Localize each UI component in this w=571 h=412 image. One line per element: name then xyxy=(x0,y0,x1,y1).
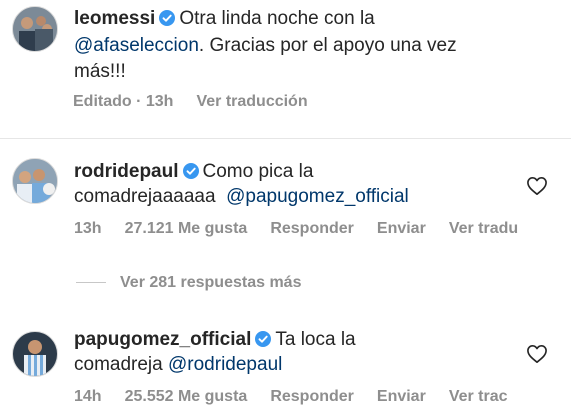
verified-badge-icon xyxy=(182,163,199,179)
send-button[interactable]: Enviar xyxy=(377,220,426,237)
avatar-rodridepaul[interactable] xyxy=(12,158,58,204)
comment-leomessi-line1: leomessi Otra linda noche con la xyxy=(74,7,375,31)
comment-text: . Gracias por el apoyo una vez xyxy=(198,35,457,56)
reply-button[interactable]: Responder xyxy=(270,220,354,237)
avatar-leomessi[interactable] xyxy=(12,6,58,52)
comment-rodridepaul-line2: comadrejaaaaaa @papugomez_official xyxy=(74,185,409,209)
translate-link[interactable]: Ver tradu xyxy=(449,220,518,237)
username-papugomez-official[interactable]: papugomez_official xyxy=(74,329,251,350)
comment-rodridepaul-meta: 13h 27.121 Me gusta Responder Enviar Ver tra… xyxy=(74,219,541,239)
comment-leomessi-meta: Editado · 13h Ver traducción xyxy=(73,92,331,112)
likes-count[interactable]: 27.121 Me gusta xyxy=(125,220,248,237)
comment-time: 14h xyxy=(74,388,102,405)
comment-rodridepaul-line1: rodridepaul Como pica la xyxy=(74,160,313,184)
translate-link[interactable]: Ver traducción xyxy=(196,93,307,110)
mention-afaseleccion[interactable]: @afaseleccion xyxy=(74,35,199,56)
likes-count[interactable]: 25.552 Me gusta xyxy=(125,388,248,405)
comment-papugomez-line2: comadreja @rodridepaul xyxy=(74,353,282,377)
heart-outline-icon[interactable] xyxy=(526,344,548,364)
edited-time: Editado · 13h xyxy=(73,93,174,110)
comment-leomessi-line2: @afaseleccion. Gracias por el apoyo una … xyxy=(74,34,457,58)
avatar-papugomez-official[interactable] xyxy=(12,331,58,377)
comment-papugomez-meta: 14h 25.552 Me gusta Responder Enviar Ver tra… xyxy=(74,387,531,407)
comment-text: Otra linda noche con la xyxy=(179,8,375,29)
username-rodridepaul[interactable]: rodridepaul xyxy=(74,161,179,182)
mention-papugomez-official[interactable]: @papugomez_official xyxy=(226,186,409,207)
replies-divider-line xyxy=(76,282,106,283)
comment-papugomez-line1: papugomez_official Ta loca la xyxy=(74,328,356,352)
divider xyxy=(0,138,571,139)
verified-badge-icon xyxy=(255,331,272,347)
username-leomessi[interactable]: leomessi xyxy=(74,8,155,29)
comment-text: Ta loca la xyxy=(275,329,356,350)
comment-leomessi-line3: más!!! xyxy=(74,60,126,84)
translate-link[interactable]: Ver trac xyxy=(449,388,508,405)
comment-text: Como pica la xyxy=(202,161,314,182)
view-more-replies-button[interactable]: Ver 281 respuestas más xyxy=(120,273,301,293)
comment-text: comadreja xyxy=(74,354,163,375)
comment-time: 13h xyxy=(74,220,102,237)
verified-badge-icon xyxy=(159,10,176,26)
send-button[interactable]: Enviar xyxy=(377,388,426,405)
reply-button[interactable]: Responder xyxy=(270,388,354,405)
heart-outline-icon[interactable] xyxy=(526,176,548,196)
comment-text: más!!! xyxy=(74,61,126,82)
comment-text: comadrejaaaaaa xyxy=(74,186,216,207)
mention-rodridepaul[interactable]: @rodridepaul xyxy=(168,354,282,375)
